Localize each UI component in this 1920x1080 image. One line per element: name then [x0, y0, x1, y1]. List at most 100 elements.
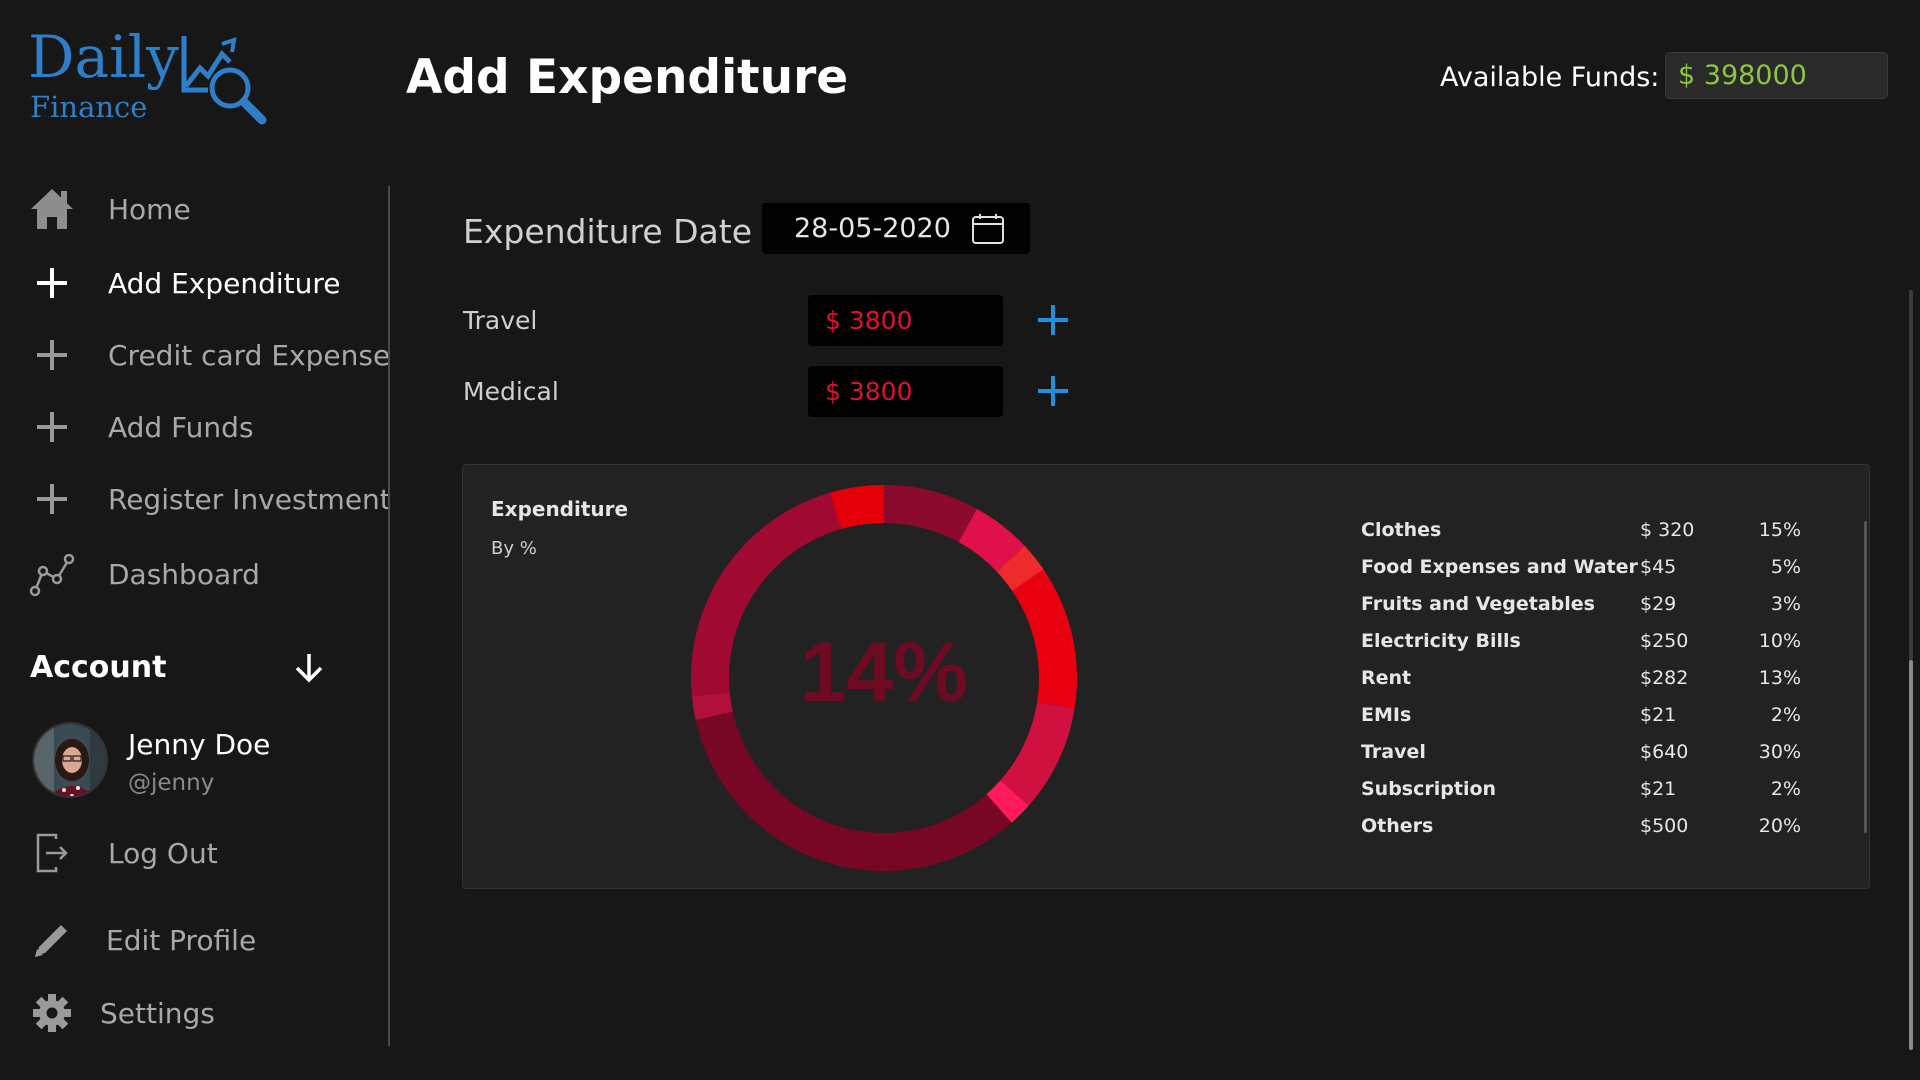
pencil-icon [28, 916, 76, 964]
plus-icon [28, 475, 76, 523]
chart-line-icon [28, 550, 76, 598]
settings-button[interactable]: Settings [28, 988, 215, 1038]
sidebar-item-label: Add Expenditure [108, 266, 341, 300]
category-percent: 3% [1770, 593, 1801, 615]
calendar-icon[interactable] [971, 213, 1005, 245]
finance-search-icon [181, 36, 267, 125]
available-funds-label: Available Funds: [1440, 62, 1660, 93]
account-section-title: Account [30, 650, 167, 685]
donut-slice[interactable] [1012, 569, 1077, 709]
donut-slice[interactable] [884, 485, 977, 543]
category-amount: $45 [1640, 556, 1677, 578]
logo-subtext: Finance [30, 90, 148, 124]
sidebar-item-label: Home [108, 192, 191, 226]
category-percent: 2% [1770, 704, 1801, 726]
window-scrollbar[interactable] [1906, 290, 1916, 1050]
home-icon [28, 185, 76, 233]
donut-slice[interactable] [695, 711, 1012, 871]
settings-label: Settings [100, 996, 215, 1030]
logout-label: Log Out [108, 836, 218, 870]
donut-slice[interactable] [1000, 702, 1075, 806]
app-window: { "brand": { "name": "Daily", "sub": "Fi… [0, 0, 1920, 1080]
logo-text: Daily [28, 23, 179, 91]
sidebar-item-label: Register Investment [108, 482, 391, 516]
category-name: Electricity Bills [1361, 630, 1521, 652]
category-name: Subscription [1361, 778, 1497, 800]
edit-profile-label: Edit Profile [106, 923, 257, 957]
category-percent: 13% [1758, 667, 1801, 689]
table-row: Others $500 20% [1361, 815, 1811, 845]
category-amount: $282 [1640, 667, 1689, 689]
available-funds-value: $ 398000 [1665, 52, 1888, 99]
category-percent: 30% [1758, 741, 1801, 763]
edit-profile-button[interactable]: Edit Profile [28, 915, 256, 965]
category-name: Rent [1361, 667, 1412, 689]
sidebar-item-label: Add Funds [108, 410, 254, 444]
category-amount: $21 [1640, 778, 1677, 800]
page-title: Add Expenditure [406, 50, 849, 105]
sidebar-item-register-investment[interactable]: Register Investment [28, 474, 391, 524]
category-amount: $29 [1640, 593, 1677, 615]
plus-icon [28, 331, 76, 379]
table-row: Rent $282 13% [1361, 667, 1811, 697]
category-percent: 2% [1770, 778, 1801, 800]
logout-button[interactable]: Log Out [28, 828, 218, 878]
gear-icon [28, 989, 76, 1037]
sidebar-item-label: Credit card Expense [108, 338, 391, 372]
user-name: Jenny Doe [128, 728, 271, 761]
chart-title: Expenditure [491, 497, 629, 521]
category-name: Others [1361, 815, 1434, 837]
panel-scrollbar[interactable] [1864, 521, 1867, 833]
travel-amount-input[interactable]: $ 3800 [808, 295, 1003, 346]
sidebar-item-home[interactable]: Home [28, 184, 191, 234]
sidebar-item-add-funds[interactable]: Add Funds [28, 402, 254, 452]
table-row: Subscription $21 2% [1361, 778, 1811, 808]
avatar[interactable] [32, 722, 108, 798]
category-percent: 10% [1758, 630, 1801, 652]
expenditure-chart-panel: Expenditure By % 14% Clothes $ 320 15% Food… [462, 464, 1870, 889]
plus-icon [28, 403, 76, 451]
table-row: Electricity Bills $250 10% [1361, 630, 1811, 660]
logout-icon [28, 829, 76, 877]
add-travel-button[interactable] [1034, 301, 1072, 339]
table-row: EMIs $21 2% [1361, 704, 1811, 734]
category-name: Travel [1361, 741, 1426, 763]
travel-label: Travel [463, 306, 538, 335]
category-amount: $ 320 [1640, 519, 1695, 541]
sidebar-item-add-expenditure[interactable]: Add Expenditure [28, 258, 341, 308]
expenditure-donut-chart: 14% [691, 485, 1077, 871]
category-name: Food Expenses and Water [1361, 556, 1638, 578]
sidebar-item-label: Dashboard [108, 557, 260, 591]
category-percent: 20% [1758, 815, 1801, 837]
category-percent: 15% [1758, 519, 1801, 541]
table-row: Fruits and Vegetables $29 3% [1361, 593, 1811, 623]
scrollbar-track [1909, 290, 1913, 660]
arrow-down-icon[interactable] [292, 650, 326, 686]
expenditure-date-picker[interactable]: 28-05-2020 [762, 203, 1030, 254]
category-amount: $640 [1640, 741, 1689, 763]
category-name: Fruits and Vegetables [1361, 593, 1595, 615]
sidebar-item-credit-card-expense[interactable]: Credit card Expense [28, 330, 390, 380]
category-name: EMIs [1361, 704, 1412, 726]
table-row: Travel $640 30% [1361, 741, 1811, 771]
donut-center-label: 14% [800, 625, 968, 719]
category-amount: $500 [1640, 815, 1689, 837]
category-percent: 5% [1770, 556, 1801, 578]
chart-subtitle: By % [491, 538, 537, 559]
app-logo: Daily Finance [28, 26, 278, 126]
medical-label: Medical [463, 377, 559, 406]
plus-icon [1038, 305, 1068, 335]
category-amount: $21 [1640, 704, 1677, 726]
table-row: Clothes $ 320 15% [1361, 519, 1811, 549]
plus-icon [28, 259, 76, 307]
add-medical-button[interactable] [1034, 372, 1072, 410]
sidebar-divider [388, 186, 390, 1046]
plus-icon [1038, 376, 1068, 406]
sidebar-item-dashboard[interactable]: Dashboard [28, 549, 260, 599]
medical-amount-input[interactable]: $ 3800 [808, 366, 1003, 417]
user-handle: @jenny [128, 770, 215, 796]
table-row: Food Expenses and Water $45 5% [1361, 556, 1811, 586]
expenditure-date-label: Expenditure Date [463, 212, 753, 251]
scrollbar-thumb[interactable] [1909, 660, 1913, 1050]
category-amount: $250 [1640, 630, 1689, 652]
